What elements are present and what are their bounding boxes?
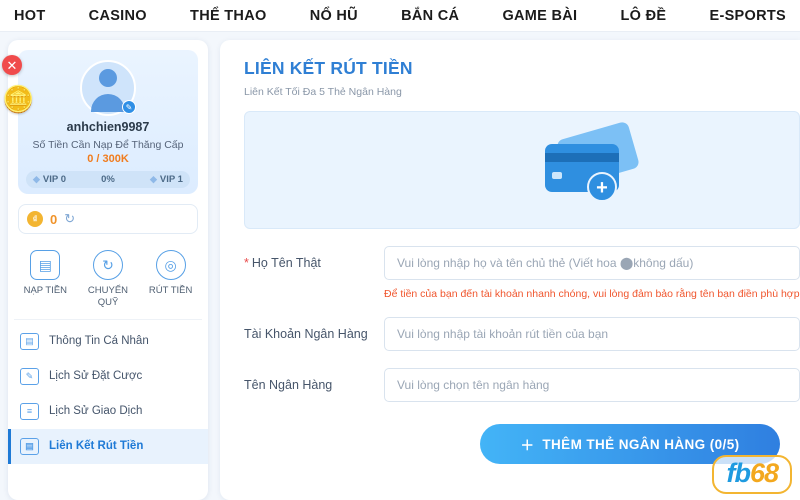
fb68-watermark: fb68 [712,455,792,494]
sidebar-item-lich-su-giao-dich[interactable]: ≡ Lịch Sử Giao Dịch [8,394,208,429]
close-icon[interactable]: ✕ [2,55,22,75]
history-transaction-icon: ≡ [20,402,39,420]
sidebar-item-thong-tin-ca-nhan[interactable]: ▤ Thông Tin Cá Nhân [8,324,208,359]
form-row-ten-ngan-hang: Tên Ngân Hàng Vui lòng chọn tên ngân hàn… [244,368,800,402]
watermark-text-a: fb [726,458,751,488]
page-title: LIÊN KẾT RÚT TIỀN [244,58,413,78]
app-root: HOT CASINO THỂ THAO NỔ HŨ BẮN CÁ GAME BÀ… [0,0,800,500]
label-tai-khoan-ngan-hang: Tài Khoản Ngân Hàng [244,327,368,341]
plus-icon: ＋ [520,438,535,453]
sidebar-menu: ▤ Thông Tin Cá Nhân ✎ Lịch Sử Đặt Cược ≡… [8,324,208,464]
profile-card: ✎ anhchien9987 Số Tiền Cần Nạp Để Thăng … [18,50,198,194]
diamond-icon: ◆ [33,174,40,184]
quick-action-nap-tien[interactable]: ▤ NẠP TIỀN [15,250,75,297]
sidebar-item-lich-su-dat-cuoc-label: Lịch Sử Đặt Cược [49,370,143,383]
vip-current-level: ◆ VIP 0 [33,174,66,185]
input-tai-khoan-ngan-hang[interactable]: Vui lòng nhập tài khoản rút tiền của bạn [384,317,800,351]
quick-action-rut-tien-label: RÚT TIỀN [148,285,193,296]
bank-card-banner: + [244,111,800,229]
balance-box: ₫ 0 ↻ [18,204,198,234]
avatar[interactable]: ✎ [80,60,136,116]
id-card-icon: ▤ [20,332,39,350]
nav-item-lo-de[interactable]: LÔ ĐỀ [621,8,667,24]
quick-actions: ▤ NẠP TIỀN ↻ CHUYỂN QUỸ ◎ RÚT TIỀN [14,242,202,320]
sidebar-item-thong-tin-ca-nhan-label: Thông Tin Cá Nhân [49,335,149,348]
form-row-ho-ten-that: * Họ Tên Thật Vui lòng nhập họ và tên chủ… [244,246,800,280]
required-asterisk: * [244,256,249,270]
nav-item-no-hu[interactable]: NỔ HŨ [310,8,358,24]
vip-percent: 0% [101,174,115,185]
link-withdraw-icon: ▤ [20,437,39,455]
vip-progress-bar: ◆ VIP 0 0% ◆ VIP 1 [26,171,190,188]
select-ten-ngan-hang[interactable]: Vui lòng chọn tên ngân hàng [384,368,800,402]
coin-decoration-icon: 🪙 [2,84,35,114]
quick-action-chuyen-quy[interactable]: ↻ CHUYỂN QUỸ [78,250,138,309]
vip-next-label: VIP 1 [159,174,183,185]
profile-username: anhchien9987 [66,120,150,134]
nav-item-game-bai[interactable]: GAME BÀI [502,8,577,24]
sidebar-item-lien-ket-rut-tien-label: Liên Kết Rút Tiền [49,440,144,453]
top-navigation: HOT CASINO THỂ THAO NỔ HŨ BẮN CÁ GAME BÀ… [0,0,800,32]
nav-item-e-sports[interactable]: E-SPORTS [709,8,786,24]
sidebar-item-lich-su-dat-cuoc[interactable]: ✎ Lịch Sử Đặt Cược [8,359,208,394]
withdraw-icon: ◎ [155,250,186,280]
label-ten-ngan-hang: Tên Ngân Hàng [244,378,333,392]
add-bank-card-label: THÊM THẺ NGÂN HÀNG (0/5) [542,436,740,452]
nav-item-the-thao[interactable]: THỂ THAO [190,8,267,24]
watermark-text-b: 68 [749,458,779,488]
account-sidebar: ✎ anhchien9987 Số Tiền Cần Nạp Để Thăng … [8,40,208,500]
warning-message: Để tiền của bạn đến tài khoản nhanh chón… [384,288,800,300]
upgrade-requirement-label: Số Tiền Cần Nạp Để Thăng Cấp [32,139,184,151]
quick-action-chuyen-quy-label: CHUYỂN QUỸ [87,285,129,308]
credit-cards-illustration: + [531,120,651,216]
nav-item-casino[interactable]: CASINO [89,8,147,24]
quick-action-nap-tien-label: NẠP TIỀN [23,285,68,296]
page-subtitle: Liên Kết Tối Đa 5 Thẻ Ngân Hàng [244,86,402,98]
coin-icon: ₫ [27,211,43,227]
sidebar-item-lich-su-giao-dich-label: Lịch Sử Giao Dịch [49,405,143,418]
vip-next-level: ◆ VIP 1 [150,174,183,185]
quick-action-rut-tien[interactable]: ◎ RÚT TIỀN [141,250,201,297]
wallet-icon: ▤ [30,250,61,280]
nav-item-ban-ca[interactable]: BẮN CÁ [401,8,459,24]
transfer-icon: ↻ [92,250,123,280]
input-ho-ten-that[interactable]: Vui lòng nhập họ và tên chủ thẻ (Viết ho… [384,246,800,280]
balance-amount: 0 [50,211,58,227]
history-bet-icon: ✎ [20,367,39,385]
main-panel: LIÊN KẾT RÚT TIỀN Liên Kết Tối Đa 5 Thẻ … [220,40,800,500]
form-row-tai-khoan-ngan-hang: Tài Khoản Ngân Hàng Vui lòng nhập tài kh… [244,317,800,351]
add-card-plus-icon: + [587,172,617,202]
upgrade-progress-amount: 0 / 300K [87,153,129,165]
vip-current-label: VIP 0 [42,174,66,185]
diamond-icon-next: ◆ [149,174,157,184]
refresh-icon[interactable]: ↻ [64,211,75,227]
label-ho-ten-that: * Họ Tên Thật [244,256,321,270]
sidebar-item-lien-ket-rut-tien[interactable]: ▤ Liên Kết Rút Tiền [8,428,208,464]
nav-item-hot[interactable]: HOT [14,8,46,24]
avatar-edit-icon[interactable]: ✎ [122,100,136,114]
